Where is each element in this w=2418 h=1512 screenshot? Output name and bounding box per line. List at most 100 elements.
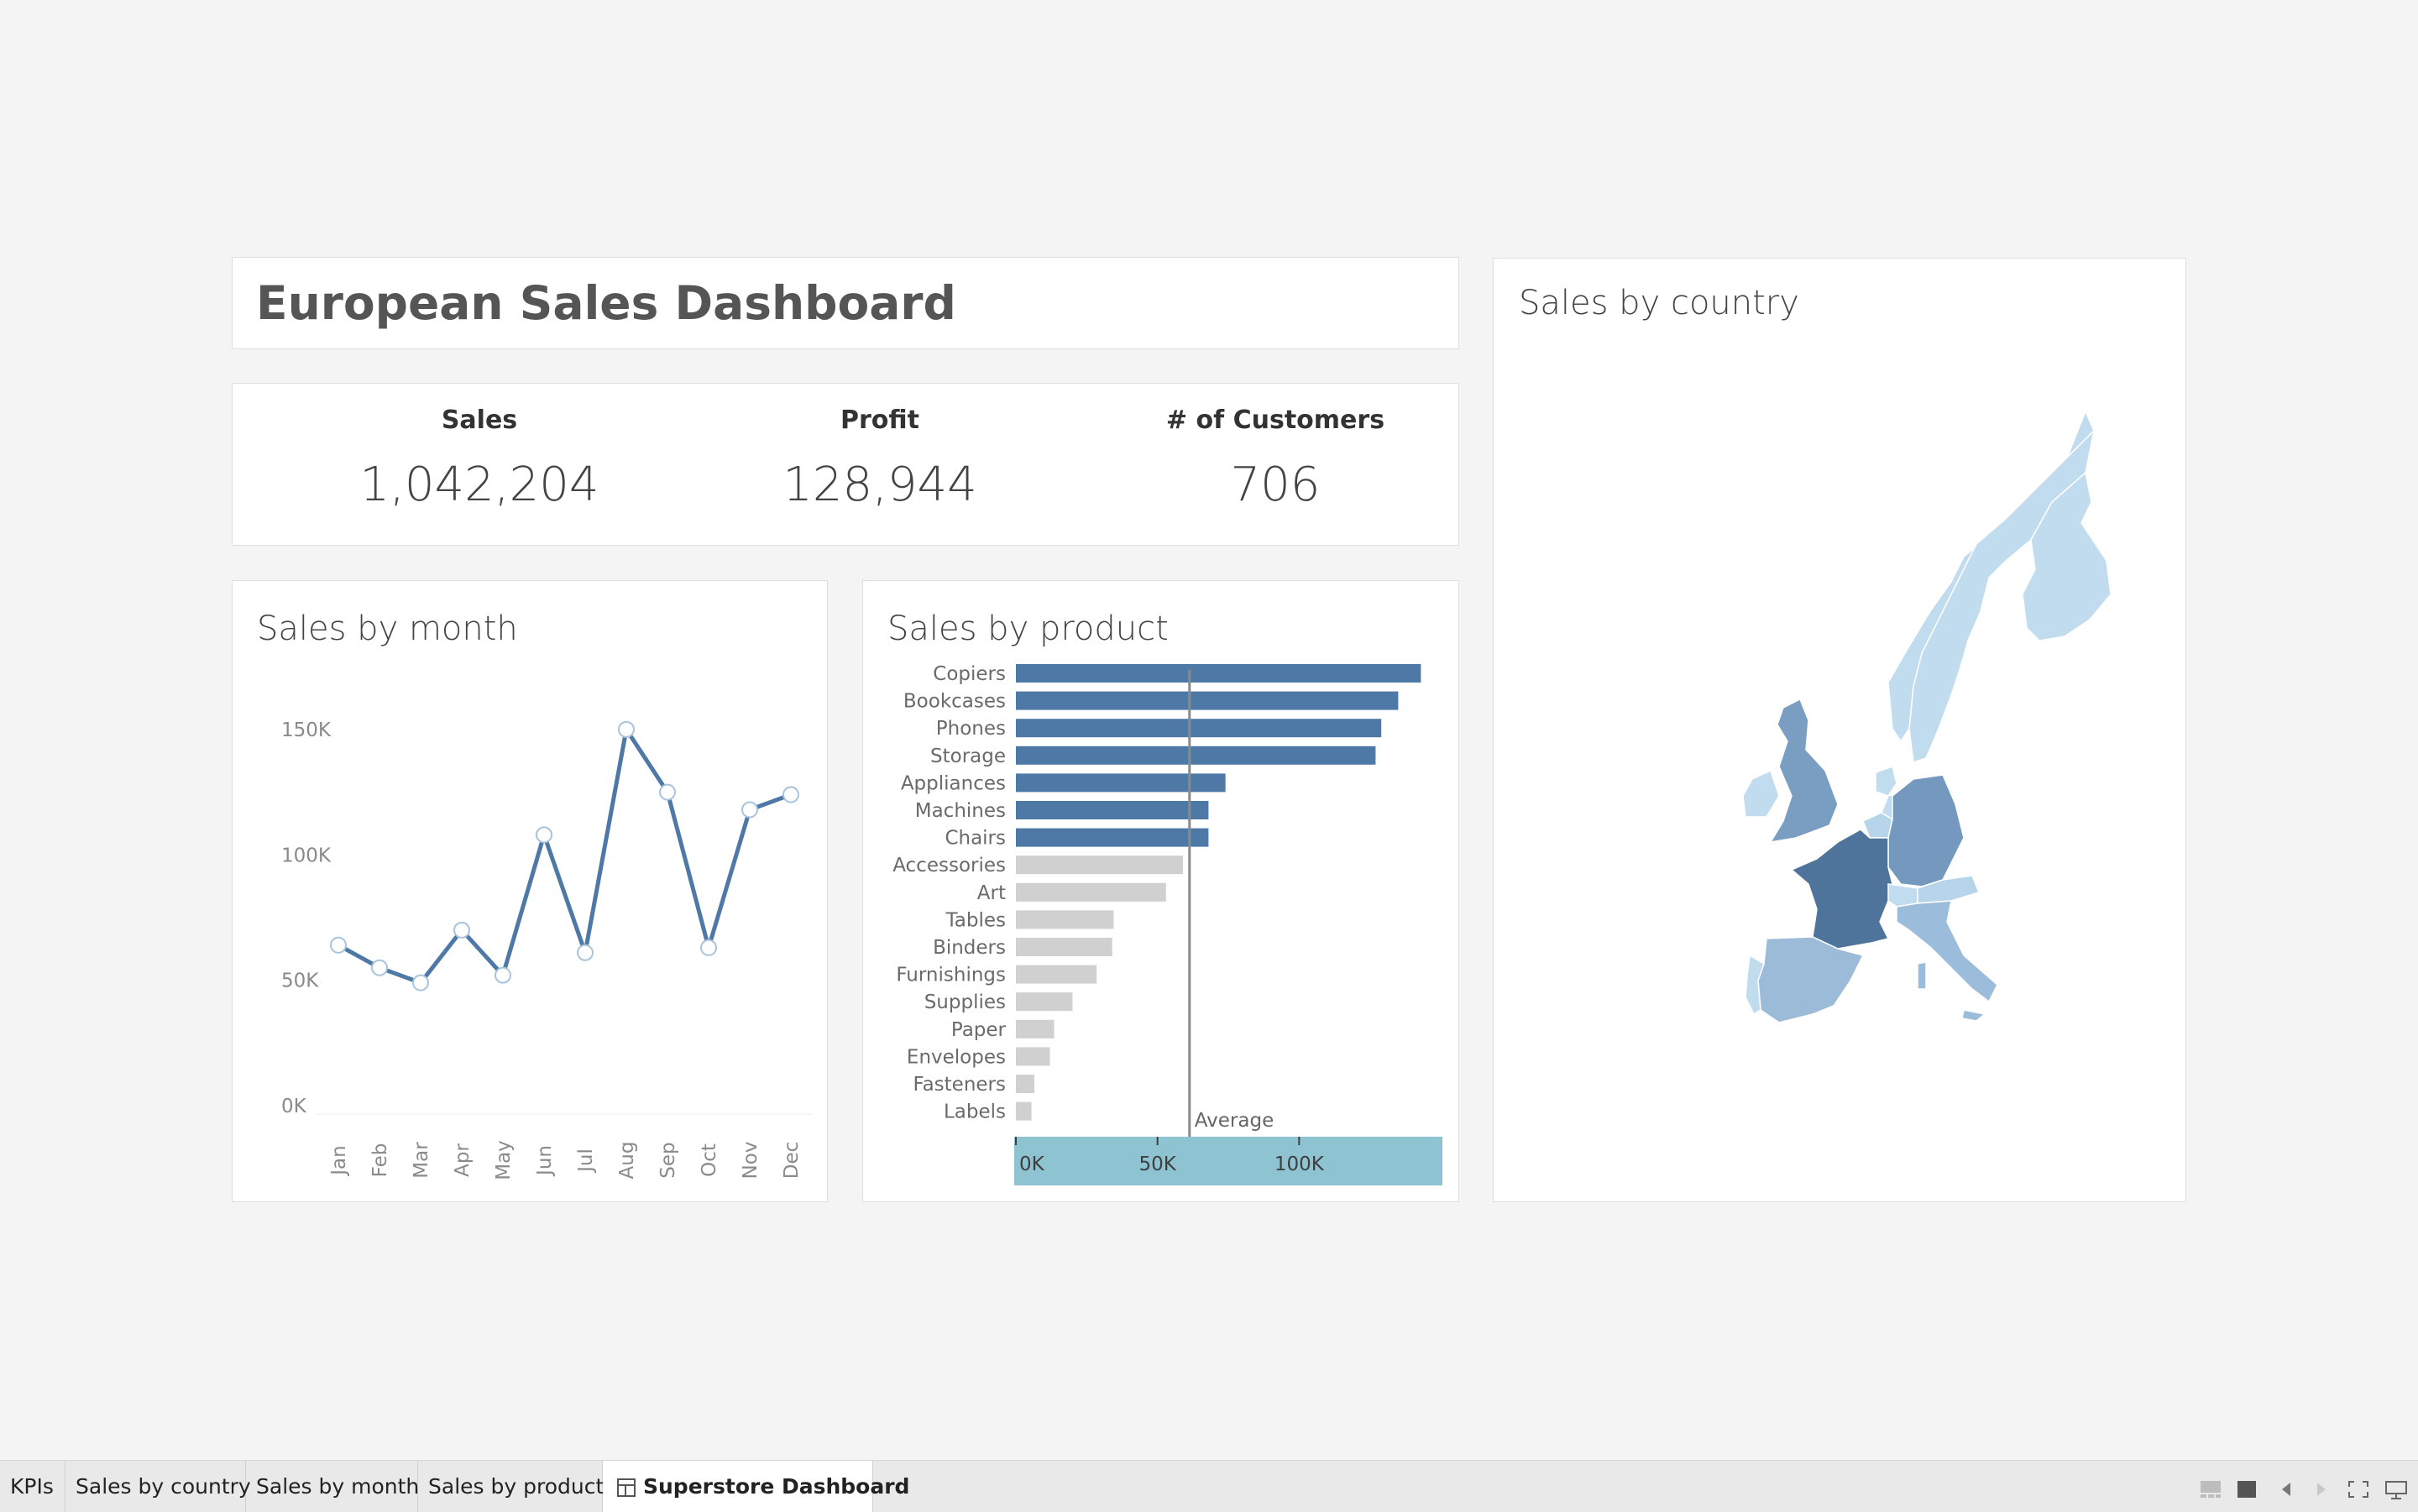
bar-appliances[interactable]	[1016, 773, 1226, 793]
line-chart[interactable]: 150K 100K 50K 0K Jan Feb Mar Apr May Jun Jul Aug Sep…	[233, 581, 827, 1201]
data-point-nov[interactable]	[741, 801, 758, 819]
data-point-sep[interactable]	[659, 783, 676, 801]
data-point-jul[interactable]	[577, 944, 594, 961]
x-tick-label: Mar	[411, 1142, 432, 1179]
data-point-mar[interactable]	[412, 974, 429, 991]
data-point-feb[interactable]	[371, 959, 388, 976]
x-tick-label: Apr	[452, 1143, 474, 1177]
bar-furnishings[interactable]	[1016, 965, 1097, 984]
europe-map[interactable]	[1494, 259, 2185, 1201]
x-tick-label: Jan	[328, 1145, 350, 1176]
kpi-label: Sales	[441, 405, 518, 435]
category-label: Machines	[915, 800, 1006, 822]
sales-by-month-panel: Sales by month 150K 100K 50K 0K Jan Feb Mar Apr…	[232, 580, 828, 1202]
bar-paper[interactable]	[1016, 1019, 1055, 1039]
y-tick-label: 50K	[281, 971, 319, 992]
country-denmark[interactable]	[1875, 766, 1897, 797]
kpi-value: 1,042,204	[359, 458, 599, 512]
category-label: Paper	[951, 1019, 1007, 1041]
x-tick-label: Nov	[740, 1142, 762, 1180]
country-belgium[interactable]	[1862, 812, 1893, 839]
sales-line	[337, 727, 792, 986]
bar-art[interactable]	[1016, 882, 1166, 902]
data-point-dec[interactable]	[782, 786, 799, 803]
bar-copiers[interactable]	[1016, 664, 1421, 683]
next-icon[interactable]	[2316, 1480, 2327, 1499]
sales-by-product-panel: Sales by product Copiers Bookcases Phones S…	[862, 580, 1459, 1202]
kpi-panel: Sales 1,042,204 Profit 128,944 # of Cust…	[232, 383, 1459, 546]
x-tick-label: Sep	[657, 1142, 679, 1178]
country-spain[interactable]	[1757, 936, 1865, 1023]
x-tick-label: 100K	[1274, 1154, 1325, 1175]
dashboard-grid-icon	[617, 1478, 636, 1497]
category-label: Furnishings	[896, 965, 1006, 986]
bar-chairs[interactable]	[1016, 828, 1209, 847]
data-point-may[interactable]	[495, 966, 511, 984]
bar-envelopes[interactable]	[1016, 1047, 1050, 1066]
data-point-jun[interactable]	[536, 826, 552, 844]
tab-sales-by-product[interactable]: Sales by product	[418, 1461, 604, 1512]
category-label: Tables	[945, 909, 1006, 931]
country-switzerland[interactable]	[1887, 883, 1918, 908]
country-france[interactable]	[1790, 829, 1893, 950]
fullscreen-icon[interactable]	[2347, 1480, 2369, 1499]
category-label: Fasteners	[913, 1074, 1006, 1096]
bar-storage[interactable]	[1016, 746, 1376, 765]
kpi-label: Profit	[840, 405, 919, 435]
country-germany[interactable]	[1887, 774, 1965, 887]
data-point-apr[interactable]	[453, 921, 470, 939]
kpi-label: # of Customers	[1165, 405, 1385, 435]
previous-icon[interactable]	[2280, 1480, 2292, 1499]
x-tick-label: 50K	[1138, 1154, 1176, 1175]
bar-supplies[interactable]	[1016, 992, 1073, 1012]
data-point-aug[interactable]	[618, 720, 635, 738]
y-tick-label: 100K	[281, 845, 332, 866]
bar-binders[interactable]	[1016, 938, 1112, 956]
x-tick-label: Jul	[575, 1148, 597, 1174]
bar-accessories[interactable]	[1016, 855, 1184, 875]
x-tick-label: Aug	[616, 1142, 638, 1180]
tab-label: Sales by product	[428, 1474, 604, 1499]
bar-tables[interactable]	[1016, 910, 1114, 929]
data-point-oct[interactable]	[700, 939, 717, 956]
category-label: Art	[977, 882, 1006, 904]
country-ireland[interactable]	[1742, 769, 1780, 818]
x-axis-highlight[interactable]	[1014, 1137, 1442, 1185]
dashboard-title: European Sales Dashboard	[256, 276, 956, 330]
category-label: Labels	[944, 1101, 1006, 1123]
tab-label: KPIs	[10, 1474, 54, 1499]
bar-bookcases[interactable]	[1016, 691, 1399, 710]
storyboard-icon[interactable]	[2200, 1480, 2222, 1499]
tab-label: Sales by country	[76, 1474, 251, 1499]
bar-phones[interactable]	[1016, 719, 1382, 738]
bar-fasteners[interactable]	[1016, 1075, 1034, 1093]
x-tick-label: 0K	[1019, 1154, 1045, 1175]
data-point-jan[interactable]	[330, 936, 347, 954]
x-tick-label: Feb	[369, 1143, 391, 1178]
category-label: Storage	[930, 746, 1006, 767]
title-panel: European Sales Dashboard	[232, 257, 1459, 349]
presentation-icon[interactable]	[2384, 1480, 2408, 1500]
tab-superstore-dashboard[interactable]: Superstore Dashboard	[603, 1461, 909, 1512]
category-label: Binders	[933, 937, 1006, 959]
tab-sales-by-month[interactable]: Sales by month	[246, 1461, 419, 1512]
sales-by-country-panel: Sales by country	[1493, 258, 2186, 1202]
country-italy[interactable]	[1896, 900, 1998, 1003]
kpi-value: 128,944	[782, 458, 977, 512]
x-tick-label: Dec	[781, 1142, 803, 1180]
category-label: Copiers	[933, 663, 1006, 685]
country-uk[interactable]	[1769, 698, 1839, 844]
bar-chart[interactable]: Copiers Bookcases Phones Storage Appliances M…	[863, 581, 1458, 1201]
y-tick-label: 0K	[281, 1096, 307, 1117]
bar-machines[interactable]	[1016, 801, 1209, 819]
tab-kpis[interactable]: KPIs	[0, 1461, 65, 1512]
bar-labels[interactable]	[1016, 1101, 1032, 1121]
tab-label: Superstore Dashboard	[643, 1474, 910, 1499]
y-tick-label: 150K	[281, 719, 332, 741]
dashboard-icon[interactable]	[2237, 1480, 2257, 1499]
category-label: Supplies	[924, 991, 1006, 1013]
category-label: Chairs	[945, 828, 1006, 850]
average-label: Average	[1195, 1110, 1274, 1132]
sheet-tab-bar: KPIs Sales by country Sales by month Sal…	[0, 1460, 2418, 1512]
tab-sales-by-country[interactable]: Sales by country	[65, 1461, 251, 1512]
